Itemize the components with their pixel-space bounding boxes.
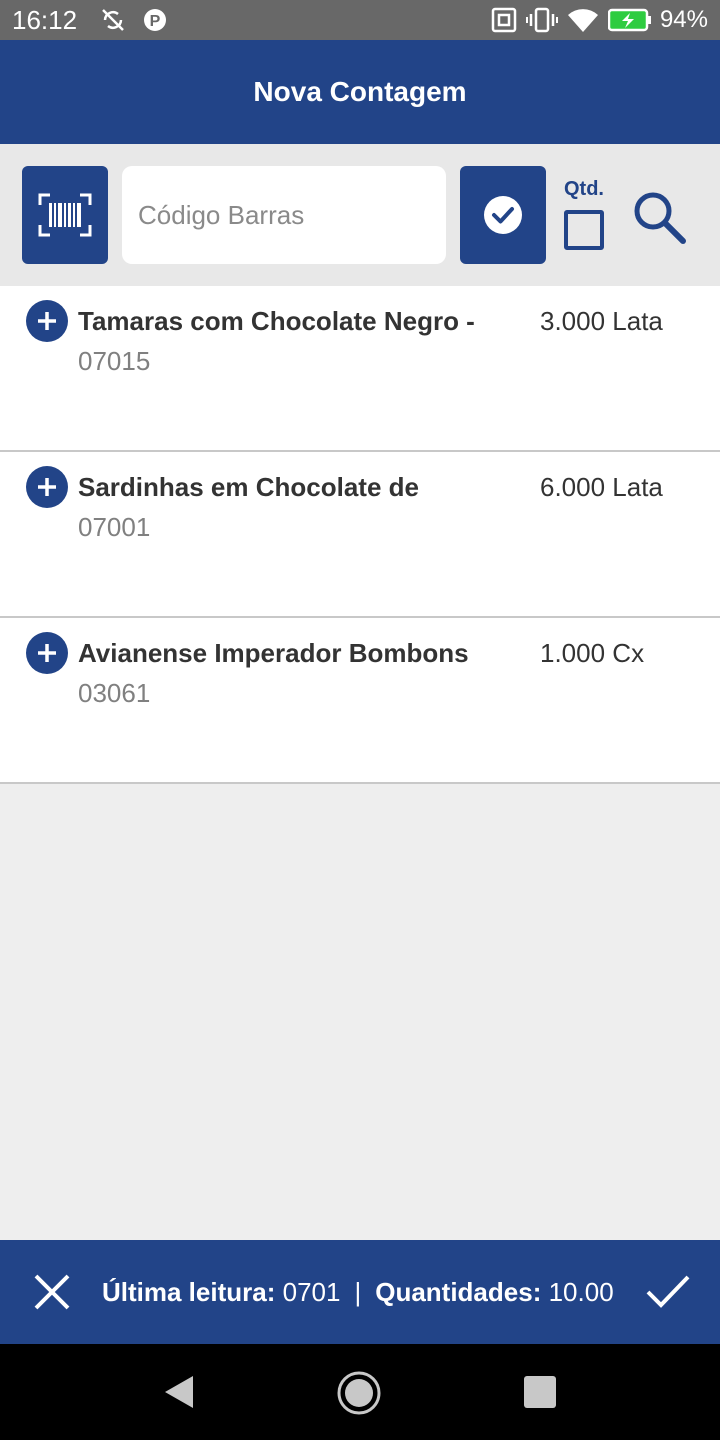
back-triangle-icon: [165, 1376, 193, 1408]
vibrate-icon: [525, 6, 558, 34]
quantities-value: 10.00: [548, 1276, 614, 1307]
cancel-button[interactable]: [28, 1268, 76, 1316]
wifi-icon: [566, 6, 600, 34]
barcode-scan-icon: [38, 193, 92, 237]
battery-percent: 94%: [659, 6, 708, 33]
close-icon: [34, 1274, 70, 1310]
confirm-barcode-button[interactable]: [460, 166, 546, 264]
search-icon: [634, 192, 686, 244]
add-icon[interactable]: [26, 466, 68, 508]
product-list: Tamaras com Chocolate Negro - 07015 3.00…: [0, 286, 720, 784]
sync-off-icon: [99, 6, 127, 34]
list-item[interactable]: Avianense Imperador Bombons 03061 1.000 …: [0, 618, 720, 784]
footer-bar: Última leitura: 0701 | Quantidades: 10.0…: [0, 1240, 720, 1344]
toolbar: Qtd.: [0, 144, 720, 286]
item-quantity: 3.000 Lata: [540, 306, 663, 336]
item-name: Sardinhas em Chocolate de: [78, 472, 419, 502]
item-code: 07015: [78, 346, 151, 376]
item-quantity: 1.000 Cx: [540, 638, 645, 668]
last-read-value: 0701: [282, 1276, 341, 1307]
nav-home-button[interactable]: [336, 1370, 382, 1416]
nav-back-button[interactable]: [158, 1372, 198, 1412]
page-title: Nova Contagem: [253, 76, 467, 107]
footer-info: Última leitura: 0701 | Quantidades: 10.0…: [102, 1240, 614, 1344]
qty-label: Qtd.: [564, 178, 604, 200]
check-icon: [646, 1275, 690, 1308]
status-time: 16:12: [12, 4, 78, 35]
list-item[interactable]: Sardinhas em Chocolate de 07001 6.000 La…: [0, 452, 720, 618]
search-button[interactable]: [626, 184, 692, 250]
nfc-icon: [490, 6, 518, 34]
add-icon[interactable]: [26, 300, 68, 342]
item-code: 03061: [78, 678, 151, 708]
parking-icon: P: [143, 7, 167, 33]
last-read-label: Última leitura:: [102, 1276, 276, 1307]
barcode-input[interactable]: [122, 166, 446, 264]
check-circle-icon: [484, 196, 522, 234]
nav-bar: [0, 1344, 720, 1440]
item-quantity: 6.000 Lata: [540, 472, 663, 502]
add-icon[interactable]: [26, 632, 68, 674]
qty-checkbox[interactable]: [564, 210, 604, 250]
scan-barcode-button[interactable]: [22, 166, 108, 264]
battery-charging-icon: [607, 8, 652, 32]
svg-text:P: P: [150, 13, 161, 30]
quantities-label: Quantidades:: [375, 1276, 542, 1307]
footer-separator: |: [354, 1276, 362, 1307]
item-name: Tamaras com Chocolate Negro -: [78, 306, 475, 336]
item-name: Avianense Imperador Bombons: [78, 638, 469, 668]
list-item[interactable]: Tamaras com Chocolate Negro - 07015 3.00…: [0, 286, 720, 452]
app-header: Nova Contagem: [0, 40, 720, 144]
home-circle-icon: [337, 1371, 381, 1415]
nav-recents-button[interactable]: [524, 1376, 556, 1408]
item-code: 07001: [78, 512, 151, 542]
status-bar: 16:12 P 94%: [0, 0, 720, 40]
finish-button[interactable]: [642, 1268, 694, 1316]
